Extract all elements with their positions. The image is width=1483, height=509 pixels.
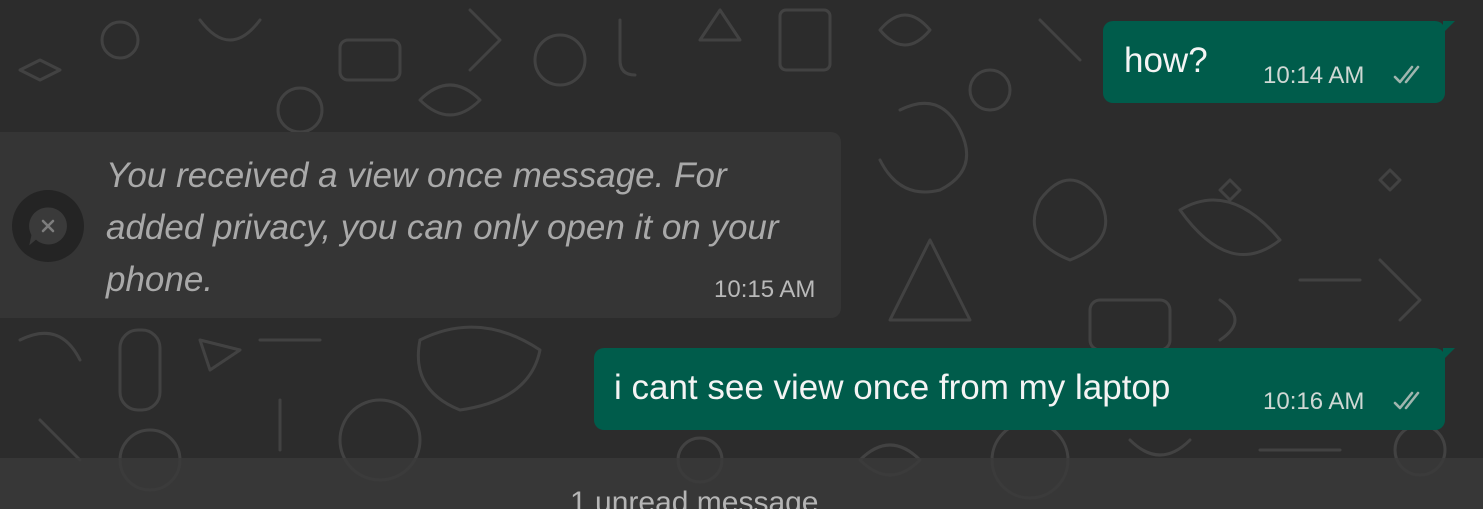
unread-divider-label: 1 unread message	[570, 486, 819, 509]
message-time: 10:14 AM	[1263, 62, 1365, 89]
outgoing-message-bubble[interactable]: how? 10:14 AM	[1103, 21, 1455, 103]
incoming-view-once-message[interactable]: You received a view once message. For ad…	[0, 132, 841, 318]
message-text: how?	[1124, 41, 1208, 80]
view-once-notice-text: You received a view once message. For ad…	[106, 156, 779, 299]
message-text: i cant see view once from my laptop	[614, 368, 1171, 407]
chat-panel: how? 10:14 AM You received a view once m…	[0, 0, 1483, 509]
double-check-icon	[1393, 391, 1420, 410]
message-time: 10:16 AM	[1263, 388, 1365, 415]
message-time: 10:15 AM	[714, 276, 816, 303]
outgoing-message-bubble[interactable]: i cant see view once from my laptop 10:1…	[594, 348, 1455, 430]
unread-messages-divider: 1 unread message	[0, 458, 1483, 509]
double-check-icon	[1393, 65, 1420, 84]
view-once-blocked-icon	[12, 190, 84, 262]
